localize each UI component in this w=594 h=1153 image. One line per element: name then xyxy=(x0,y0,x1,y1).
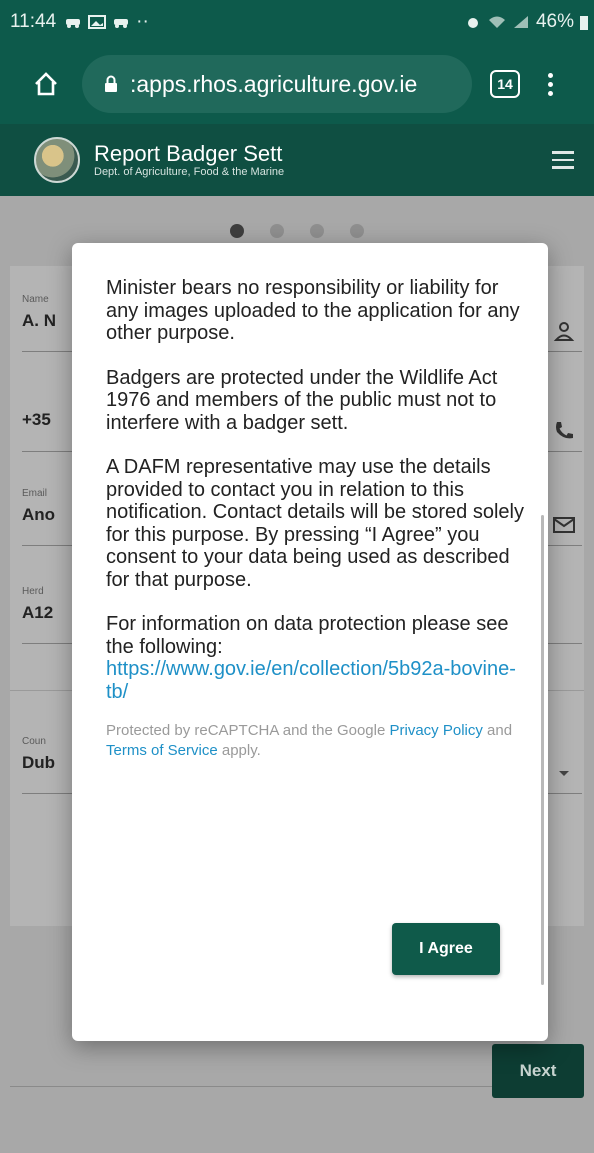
lock-icon xyxy=(105,75,117,92)
data-protection-text: For information on data protection pleas… xyxy=(106,613,509,658)
browser-toolbar: :apps.rhos.agriculture.gov.ie 14 xyxy=(0,44,594,124)
data-use-paragraph: A DAFM representative may use the detail… xyxy=(106,456,524,591)
privacy-policy-link[interactable]: Privacy Policy xyxy=(390,722,483,739)
signal-icon xyxy=(513,16,528,28)
image-icon xyxy=(88,15,107,29)
home-icon xyxy=(35,72,57,96)
app-subtitle: Dept. of Agriculture, Food & the Marine xyxy=(94,166,285,178)
phone-icon xyxy=(556,422,573,439)
dialog-content: Minister bears no responsibility or liab… xyxy=(72,243,548,761)
battery-icon xyxy=(580,16,588,30)
menu-button[interactable] xyxy=(552,151,574,169)
wildlife-act-paragraph: Badgers are protected under the Wildlife… xyxy=(106,366,498,434)
recaptcha-and-text: and xyxy=(487,722,513,739)
status-time: 11:44 xyxy=(10,11,57,32)
step-dot-1 xyxy=(230,224,244,238)
url-text: :apps.rhos.agriculture.gov.ie xyxy=(130,70,418,97)
recaptcha-text: Protected by reCAPTCHA and the Google xyxy=(106,722,386,739)
step-dot-2 xyxy=(270,224,284,238)
hamburger-icon xyxy=(552,151,574,154)
data-protection-paragraph: For information on data protection pleas… xyxy=(106,613,524,703)
step-dot-3 xyxy=(310,224,324,238)
step-indicator xyxy=(0,224,594,238)
more-vert-icon xyxy=(548,72,553,78)
alarm-icon xyxy=(467,18,478,28)
more-notifications: ·· xyxy=(136,11,149,32)
address-bar[interactable]: :apps.rhos.agriculture.gov.ie xyxy=(82,55,472,113)
home-button[interactable] xyxy=(22,60,70,108)
battery-percent: 46% xyxy=(535,11,574,32)
agree-button[interactable]: I Agree xyxy=(392,923,500,975)
browser-menu-button[interactable] xyxy=(548,72,553,96)
disclaimer-paragraph: Minister bears no responsibility or liab… xyxy=(106,277,520,344)
chevron-down-icon xyxy=(559,771,569,776)
mail-icon xyxy=(553,517,575,533)
app-header: Report Badger Sett Dept. of Agriculture,… xyxy=(0,124,594,196)
tab-switcher-button[interactable]: 14 xyxy=(490,70,520,98)
car-icon xyxy=(114,19,129,28)
recaptcha-notice: Protected by reCAPTCHA and the Google Pr… xyxy=(106,721,524,761)
car-icon xyxy=(66,19,81,28)
app-title: Report Badger Sett xyxy=(94,141,283,166)
person-icon xyxy=(553,322,575,341)
dialog-scrollbar[interactable] xyxy=(541,515,544,985)
status-bar: 11:44 ·· 46% xyxy=(0,0,594,44)
wifi-icon xyxy=(488,16,505,28)
data-protection-link[interactable]: https://www.gov.ie/en/collection/5b92a-b… xyxy=(106,658,516,703)
next-button[interactable]: Next xyxy=(492,1044,584,1098)
department-logo xyxy=(34,137,80,183)
consent-dialog: Minister bears no responsibility or liab… xyxy=(72,243,548,1041)
recaptcha-suffix-text: apply. xyxy=(221,742,261,759)
step-dot-4 xyxy=(350,224,364,238)
terms-of-service-link[interactable]: Terms of Service xyxy=(106,742,218,759)
